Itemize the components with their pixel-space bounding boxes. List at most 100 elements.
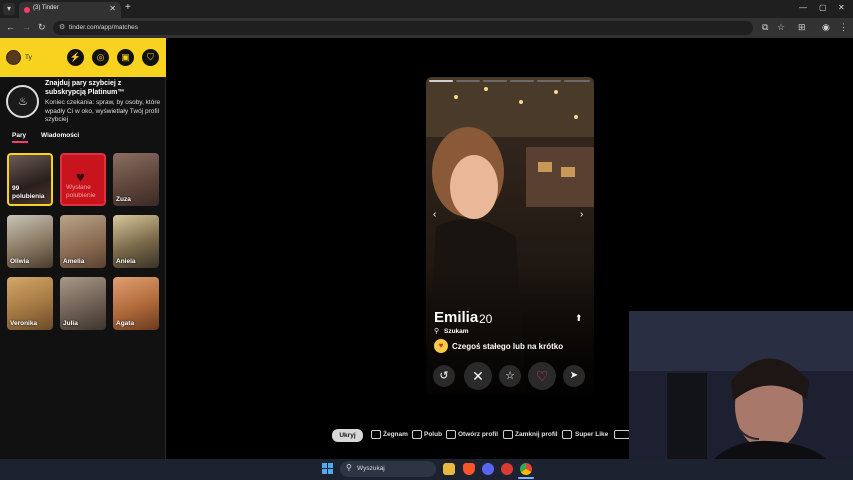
- tab-matches[interactable]: Pary: [12, 132, 26, 139]
- browser-toolbar: ← → ↻ ⚙ tinder.com/app/matches ⧉ ☆ ⊞ ◉ ⋮: [0, 18, 853, 38]
- match-name: Aniela: [116, 258, 136, 265]
- match-card[interactable]: Amelia: [60, 215, 106, 268]
- open-profile-icon[interactable]: ⬆: [575, 313, 583, 324]
- space-key-icon: [614, 430, 630, 439]
- photo-indicator-segment: [537, 80, 561, 82]
- arrow-down-key-icon: [503, 430, 513, 439]
- hint-super-like: Super Like: [575, 431, 609, 438]
- sidebar-header: Ty ⚡ ◎ ▣ ⛉: [0, 38, 166, 77]
- forward-icon[interactable]: →: [22, 22, 31, 32]
- profile-icon[interactable]: ◉: [822, 22, 830, 33]
- avatar[interactable]: [6, 50, 21, 65]
- maximize-icon[interactable]: ▢: [819, 3, 827, 12]
- arrow-up-key-icon: [446, 430, 456, 439]
- match-name: Agata: [116, 320, 135, 327]
- sent-likes-label: Wysłane polubienie: [66, 184, 96, 199]
- tinder-favicon-icon: [24, 7, 30, 13]
- photo-indicator-segment: [510, 80, 534, 82]
- reload-icon[interactable]: ↻: [38, 22, 46, 33]
- extensions-icon[interactable]: ⊞: [798, 22, 806, 33]
- bookmark-star-icon[interactable]: ☆: [777, 22, 785, 33]
- next-photo-icon[interactable]: ›: [580, 209, 583, 220]
- promo-text: Koniec czekania: spraw, by osoby, które …: [45, 99, 161, 123]
- previous-photo-icon[interactable]: ‹: [433, 209, 436, 220]
- taskbar-search[interactable]: ⚲ Wyszukaj: [340, 461, 436, 477]
- shield-icon[interactable]: ⛉: [142, 49, 159, 66]
- search-icon: ⚲: [434, 328, 440, 335]
- briefcase-icon[interactable]: ▣: [117, 49, 134, 66]
- sent-likes-card[interactable]: ♥ Wysłane polubienie: [60, 153, 106, 206]
- minimize-icon[interactable]: —: [799, 3, 807, 12]
- match-card[interactable]: Agata: [113, 277, 159, 330]
- rewind-button[interactable]: ↺: [433, 365, 455, 387]
- match-card[interactable]: Julia: [60, 277, 106, 330]
- likes-count: 99 polubienia: [12, 185, 45, 200]
- menu-icon[interactable]: ⋮: [839, 22, 848, 33]
- install-app-icon[interactable]: ⧉: [762, 22, 768, 33]
- arrow-right-key-icon: [412, 430, 422, 439]
- photo-indicator-segment: [429, 80, 453, 82]
- match-name: Julia: [63, 320, 78, 327]
- likes-card[interactable]: 99 polubienia: [7, 153, 53, 206]
- webcam-image: [629, 311, 853, 480]
- back-icon[interactable]: ←: [6, 22, 15, 32]
- active-app-indicator: [518, 477, 534, 479]
- tab-close-icon[interactable]: ✕: [109, 4, 116, 13]
- screen: ▾ (3) Tinder ✕ + — ▢ ✕ ← → ↻ ⚙ tinder.co…: [0, 0, 853, 480]
- arrow-left-key-icon: [371, 430, 381, 439]
- photo-indicator-segment: [456, 80, 480, 82]
- match-name: Amelia: [63, 258, 85, 265]
- tab-title: (3) Tinder: [33, 5, 59, 11]
- match-card[interactable]: Veronika: [7, 277, 53, 330]
- discord-icon[interactable]: [482, 463, 494, 475]
- relationship-goal: Czegoś stałego lub na krótko: [452, 342, 564, 351]
- hint-nope: Żegnam: [383, 431, 408, 438]
- profile-label[interactable]: Ty: [25, 54, 32, 61]
- explore-icon[interactable]: ◎: [92, 49, 109, 66]
- url-text: tinder.com/app/matches: [69, 24, 139, 31]
- active-tab-underline: [12, 141, 28, 143]
- chrome-icon[interactable]: [520, 463, 532, 475]
- boost-button[interactable]: ➤: [563, 365, 585, 387]
- file-explorer-icon[interactable]: [443, 463, 455, 475]
- windows-start-icon[interactable]: [322, 463, 334, 475]
- browser-tab-strip: ▾ (3) Tinder ✕ + — ▢ ✕: [0, 0, 853, 18]
- hint-like: Polub: [424, 431, 443, 438]
- search-icon: ⚲: [346, 463, 352, 472]
- match-name: Veronika: [10, 320, 38, 327]
- taskbar-search-placeholder: Wyszukaj: [357, 465, 385, 472]
- match-card[interactable]: Zuza: [113, 153, 159, 206]
- tab-messages[interactable]: Wiadomości: [41, 132, 79, 139]
- photo-indicator-segment: [483, 80, 507, 82]
- hide-hints-button[interactable]: Ukryj: [332, 429, 363, 442]
- browser-tab[interactable]: (3) Tinder ✕: [19, 2, 121, 18]
- tinder-flame-icon[interactable]: ♨: [6, 85, 39, 118]
- promo-title[interactable]: Znajduj pary szybciej z subskrypcją Plat…: [45, 79, 163, 97]
- match-name: Zuza: [116, 196, 131, 203]
- new-tab-button[interactable]: +: [125, 2, 131, 13]
- profile-status: Szukam: [444, 328, 469, 335]
- webcam-overlay: [629, 311, 853, 480]
- boost-icon[interactable]: ⚡: [67, 49, 84, 66]
- match-name: Oliwia: [10, 258, 30, 265]
- super-like-button[interactable]: ☆: [499, 365, 521, 387]
- heart-eyes-emoji-icon: ♥: [434, 339, 448, 353]
- like-button[interactable]: ♡: [528, 362, 556, 390]
- enter-key-icon: [562, 430, 572, 439]
- profile-name: Emilia: [434, 309, 479, 326]
- opera-icon[interactable]: [501, 463, 513, 475]
- sidebar: Ty ⚡ ◎ ▣ ⛉ ♨ Znajduj pary szybciej z sub…: [0, 38, 166, 459]
- match-card[interactable]: Oliwia: [7, 215, 53, 268]
- tab-search-button[interactable]: ▾: [3, 3, 15, 15]
- nope-button[interactable]: ✕: [464, 362, 492, 390]
- hint-open-profile: Otwórz profil: [458, 431, 499, 438]
- site-info-icon[interactable]: ⚙: [59, 23, 65, 31]
- hint-close-profile: Zamknij profil: [515, 431, 558, 438]
- profile-age: 20: [479, 312, 493, 326]
- close-window-icon[interactable]: ✕: [838, 3, 845, 12]
- photo-indicator-segment: [564, 80, 590, 82]
- brave-browser-icon[interactable]: [463, 463, 475, 475]
- address-bar[interactable]: ⚙ tinder.com/app/matches: [53, 21, 753, 35]
- profile-card[interactable]: ‹ › Emilia 20 ⬆ ⚲ Szukam ♥ Czegoś stałeg…: [426, 77, 594, 394]
- match-card[interactable]: Aniela: [113, 215, 159, 268]
